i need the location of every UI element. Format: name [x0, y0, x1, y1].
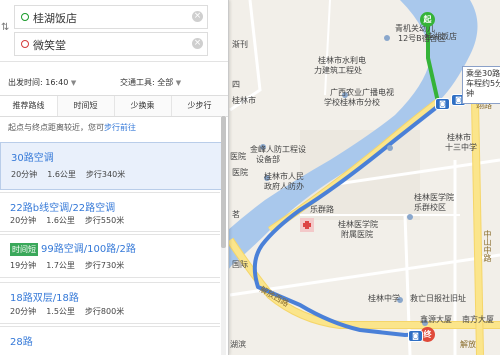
route-title[interactable]: 22路b线空调/22路空调 [10, 199, 115, 214]
route-time: 20分钟 [10, 307, 37, 316]
map-label: 国际 [232, 260, 248, 269]
route-title[interactable]: 28路 [10, 333, 33, 348]
route-walk: 步行730米 [84, 261, 125, 270]
scrollbar[interactable] [221, 116, 226, 355]
map-label: 解放 [460, 340, 476, 349]
end-dot-icon [21, 40, 29, 48]
map-label: 乐群路 [310, 205, 334, 214]
map-label: 湖滨 [230, 340, 246, 349]
route-time: 20分钟 [10, 216, 37, 225]
route-callout[interactable]: 乘坐30路车程约5分钟 [462, 66, 500, 104]
route-inputs: 桂湖饭店 × ⇅ 微笑堂 × [0, 0, 228, 62]
swap-icon[interactable]: ⇅ [1, 22, 9, 33]
route-distance: 1.6公里 [47, 170, 76, 179]
depart-time-select[interactable]: 出发时间: 16:40 ▼ [8, 77, 76, 88]
route-option[interactable]: 28路 [0, 326, 220, 355]
route-walk: 步行800米 [84, 307, 125, 316]
walk-hint-text: 起点与终点距离较近，您可 [8, 123, 104, 132]
start-field[interactable]: 桂湖饭店 × [14, 5, 208, 29]
route-distance: 1.5公里 [46, 307, 75, 316]
map-label: 渐刊 [232, 40, 248, 49]
route-walk: 步行550米 [84, 216, 125, 225]
map-label: 医院 [232, 168, 248, 177]
map-label: 救亡日报社旧址 [410, 294, 466, 303]
map-label: 桂林市 [232, 96, 256, 105]
map-label: 学校桂林市分校 [324, 98, 380, 107]
route-distance: 1.7公里 [46, 261, 75, 270]
map-label: 桂林市 [447, 133, 471, 142]
chevron-down-icon: ▼ [175, 79, 182, 87]
depart-time-label: 出发时间: 16:40 [8, 78, 69, 87]
tab-shortest-time[interactable]: 时间短 [57, 96, 115, 116]
start-input[interactable]: 桂湖饭店 [33, 10, 77, 26]
end-field[interactable]: 微笑堂 × [14, 32, 208, 56]
map-label: 乐群校区 [414, 203, 446, 212]
scroll-thumb[interactable] [221, 116, 226, 248]
map-label: 政府人防办 [264, 182, 304, 191]
map-label: 南方大厦 [462, 315, 494, 324]
sort-tabs: 推荐路线 时间短 少换乘 少步行 [0, 95, 228, 117]
map-label: 附属医院 [341, 230, 373, 239]
route-title[interactable]: 99路空调/100路/2路 [41, 244, 136, 255]
route-meta: 20分钟 1.6公里 步行340米 [11, 169, 135, 180]
transport-type-select[interactable]: 交通工具: 全部 ▼ [120, 77, 181, 88]
bus-stop-icon[interactable]: ◙ [435, 98, 450, 110]
route-time: 19分钟 [10, 261, 37, 270]
start-dot-icon [21, 13, 29, 21]
tab-least-walking[interactable]: 少步行 [171, 96, 228, 116]
route-time: 20分钟 [11, 170, 38, 179]
map-label: 桂林中学 [368, 294, 400, 303]
start-marker[interactable]: 起 [420, 12, 435, 27]
options-row: 出发时间: 16:40 ▼ 交通工具: 全部 ▼ [0, 77, 228, 91]
shortest-time-badge: 时间短 [10, 243, 38, 256]
route-option[interactable]: 时间短 99路空调/100路/2路 19分钟 1.7公里 步行730米 [0, 234, 220, 278]
bus-stop-icon[interactable]: ◙ [408, 330, 423, 342]
route-walk: 步行340米 [85, 170, 126, 179]
map-label: 桂林医学院 [338, 220, 378, 229]
route-option[interactable]: 22路b线空调/22路空调 20分钟 1.6公里 步行550米 [0, 192, 220, 232]
route-distance: 1.6公里 [46, 216, 75, 225]
map-label: 中山中路 [483, 230, 492, 262]
end-input[interactable]: 微笑堂 [33, 37, 66, 53]
map-label: 桂林市人民 [264, 172, 304, 181]
clear-icon[interactable]: × [192, 38, 203, 49]
map-label: 广西农业广播电视 [330, 88, 394, 97]
map-label: 鑫源大厦 [420, 315, 452, 324]
tab-recommended[interactable]: 推荐路线 [0, 96, 58, 116]
route-option[interactable]: 18路双层/18路 20分钟 1.5公里 步行800米 [0, 282, 220, 324]
route-title[interactable]: 18路双层/18路 [10, 289, 79, 304]
map-label: 茗 [232, 210, 240, 219]
transport-type-label: 交通工具: 全部 [120, 78, 174, 87]
map-label: 设备部 [256, 155, 280, 164]
map-label: 桂湖饭店 [425, 32, 457, 41]
map-label: 桂林医学院 [414, 193, 454, 202]
map-label: 金峰人防工程设 [250, 145, 306, 154]
map-label: 医院 [230, 152, 246, 161]
route-option[interactable]: 30路空调 20分钟 1.6公里 步行340米 [0, 142, 222, 190]
walk-hint: 起点与终点距离较近，您可步行前往 [8, 122, 136, 133]
route-meta: 20分钟 1.6公里 步行550米 [10, 215, 134, 226]
route-meta: 19分钟 1.7公里 步行730米 [10, 260, 134, 271]
walk-link[interactable]: 步行前往 [104, 123, 136, 132]
route-title[interactable]: 30路空调 [11, 149, 54, 164]
route-title-row: 时间短 99路空调/100路/2路 [10, 240, 136, 256]
tab-fewest-transfers[interactable]: 少换乘 [114, 96, 172, 116]
map-label: 力建筑工程处 [314, 66, 362, 75]
route-meta: 20分钟 1.5公里 步行800米 [10, 306, 134, 317]
map-label: 四 [232, 80, 240, 89]
chevron-down-icon: ▼ [70, 79, 77, 87]
map-label: 桂林市水利电 [318, 56, 366, 65]
map-label: 十三中学 [445, 143, 477, 152]
route-panel: 桂湖饭店 × ⇅ 微笑堂 × 出发时间: 16:40 ▼ 交通工具: 全部 ▼ … [0, 0, 229, 355]
clear-icon[interactable]: × [192, 11, 203, 22]
